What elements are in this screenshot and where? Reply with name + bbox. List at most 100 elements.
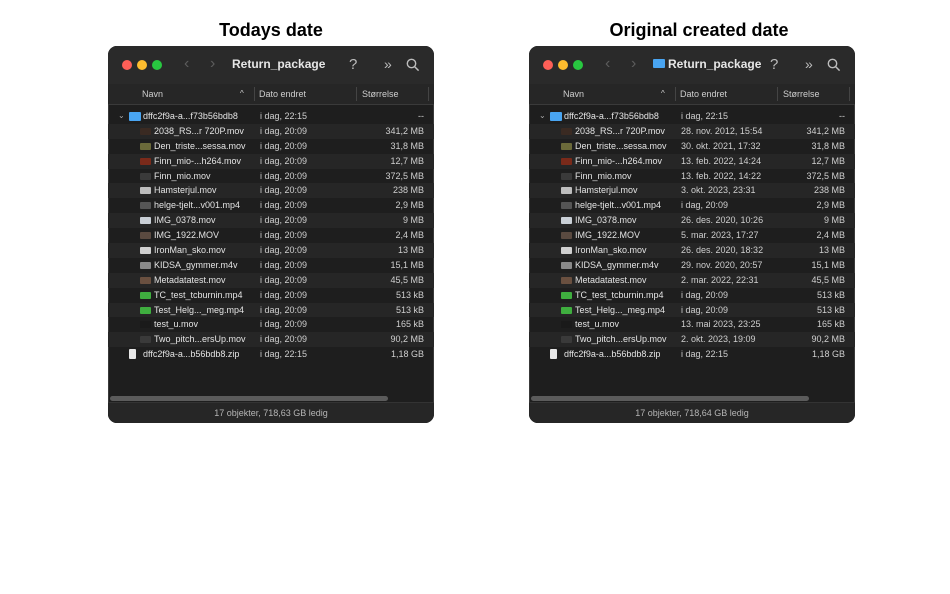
video-thumbnail-icon xyxy=(561,142,572,150)
back-chevron-icon[interactable]: ‹ xyxy=(184,55,189,73)
file-date-modified: i dag, 20:09 xyxy=(681,289,729,300)
file-row[interactable]: Finn_mio.mov i dag, 20:09 372,5 MB xyxy=(108,169,434,184)
file-row[interactable]: IMG_0378.mov 26. des. 2020, 10:26 9 MB xyxy=(529,213,855,229)
more-chevrons-icon[interactable]: » xyxy=(805,56,813,72)
file-row[interactable]: dffc2f9a-a...b56bdb8.zip i dag, 22:15 1,18… xyxy=(108,347,434,362)
back-chevron-icon[interactable]: ‹ xyxy=(605,55,610,73)
file-row[interactable]: KIDSA_gymmer.m4v 29. nov. 2020, 20:57 15,1… xyxy=(529,258,855,273)
file-name: IMG_0378.mov xyxy=(575,215,637,226)
scrollbar-thumb[interactable] xyxy=(110,396,388,401)
file-row[interactable]: Den_triste...sessa.mov 30. okt. 2021, 17:… xyxy=(529,139,855,154)
file-row[interactable]: Test_Helg..._meg.mp4 i dag, 20:09 513 kB xyxy=(108,302,434,318)
file-row[interactable]: IronMan_sko.mov i dag, 20:09 13 MB xyxy=(108,243,434,258)
search-icon[interactable] xyxy=(827,58,841,72)
close-button[interactable] xyxy=(122,60,132,70)
more-chevrons-icon[interactable]: » xyxy=(384,56,392,72)
file-row[interactable]: 2038_RS...r 720P.mov i dag, 20:09 341,2 MB xyxy=(108,123,434,139)
video-thumbnail-icon xyxy=(140,306,151,314)
file-date-modified: i dag, 20:09 xyxy=(260,200,308,211)
file-date-modified: i dag, 20:09 xyxy=(260,155,308,166)
column-size-header[interactable]: Størrelse xyxy=(362,89,399,99)
file-row[interactable]: Finn_mio-...h264.mov 13. feb. 2022, 14:24… xyxy=(529,153,855,169)
video-thumbnail-icon xyxy=(561,261,572,269)
file-row[interactable]: Finn_mio.mov 13. feb. 2022, 14:22 372,5 MB xyxy=(529,169,855,184)
video-thumbnail-icon xyxy=(140,336,151,344)
file-size: 45,5 MB xyxy=(390,274,424,285)
folder-icon xyxy=(550,112,562,121)
file-row[interactable]: IMG_1922.MOV 5. mar. 2023, 17:27 2,4 MB xyxy=(529,228,855,243)
forward-chevron-icon[interactable]: › xyxy=(631,55,636,73)
video-thumbnail-icon xyxy=(140,172,151,180)
column-name-header[interactable]: Navn xyxy=(563,89,584,99)
file-row[interactable]: Test_Helg..._meg.mp4 i dag, 20:09 513 kB xyxy=(529,302,855,318)
disclosure-chevron-icon[interactable]: ⌄ xyxy=(118,109,125,124)
column-size-header[interactable]: Størrelse xyxy=(783,89,820,99)
file-size: 13 MB xyxy=(818,245,845,256)
file-date-modified: i dag, 20:09 xyxy=(260,259,308,270)
help-icon[interactable]: ? xyxy=(770,56,778,73)
file-date-modified: 3. okt. 2023, 23:31 xyxy=(681,185,756,196)
file-date-modified: i dag, 20:09 xyxy=(260,334,308,345)
file-row[interactable]: Metadatatest.mov i dag, 20:09 45,5 MB xyxy=(108,272,434,288)
file-date-modified: 28. nov. 2012, 15:54 xyxy=(681,125,763,136)
file-row[interactable]: Two_pitch...ersUp.mov i dag, 20:09 90,2 MB xyxy=(108,332,434,348)
scrollbar-thumb[interactable] xyxy=(531,396,809,401)
file-date-modified: i dag, 22:15 xyxy=(681,111,729,121)
column-name-header[interactable]: Navn xyxy=(142,89,163,99)
file-row[interactable]: ⌄ dffc2f9a-a...f73b56bdb8 i dag, 22:15 -- xyxy=(529,109,855,124)
file-row[interactable]: IMG_1922.MOV i dag, 20:09 2,4 MB xyxy=(108,228,434,243)
file-row[interactable]: Finn_mio-...h264.mov i dag, 20:09 12,7 MB xyxy=(108,153,434,169)
file-date-modified: i dag, 20:09 xyxy=(681,200,729,211)
file-size: 372,5 MB xyxy=(806,170,845,181)
file-row[interactable]: Two_pitch...ersUp.mov 2. okt. 2023, 19:09… xyxy=(529,332,855,348)
file-row[interactable]: helge-tjelt...v001.mp4 i dag, 20:09 2,9 MB xyxy=(529,198,855,213)
minimize-button[interactable] xyxy=(137,60,147,70)
file-date-modified: i dag, 20:09 xyxy=(260,245,308,256)
file-row[interactable]: Hamsterjul.mov 3. okt. 2023, 23:31 238 MB xyxy=(529,183,855,199)
file-name: test_u.mov xyxy=(575,319,620,330)
minimize-button[interactable] xyxy=(558,60,568,70)
file-row[interactable]: Den_triste...sessa.mov i dag, 20:09 31,8 M… xyxy=(108,139,434,154)
forward-chevron-icon[interactable]: › xyxy=(210,55,215,73)
maximize-button[interactable] xyxy=(152,60,162,70)
video-thumbnail-icon xyxy=(140,291,151,299)
file-row[interactable]: TC_test_tcburnin.mp4 i dag, 20:09 513 kB xyxy=(108,288,434,303)
status-bar: 17 objekter, 718,64 GB ledig xyxy=(529,402,855,423)
help-icon[interactable]: ? xyxy=(349,56,357,73)
file-size: 165 kB xyxy=(395,319,424,330)
file-name: Test_Helg..._meg.mp4 xyxy=(154,304,245,315)
video-thumbnail-icon xyxy=(140,321,151,329)
file-row[interactable]: 2038_RS...r 720P.mov 28. nov. 2012, 15:54… xyxy=(529,123,855,139)
file-row[interactable]: test_u.mov i dag, 20:09 165 kB xyxy=(108,317,434,332)
file-row[interactable]: dffc2f9a-a...b56bdb8.zip i dag, 22:15 1,18… xyxy=(529,347,855,362)
file-date-modified: 2. mar. 2022, 22:31 xyxy=(681,274,759,285)
column-header: Navn ^ Dato endret Størrelse xyxy=(108,84,434,105)
file-row[interactable]: Hamsterjul.mov i dag, 20:09 238 MB xyxy=(108,183,434,199)
file-date-modified: 29. nov. 2020, 20:57 xyxy=(681,259,763,270)
file-date-modified: i dag, 20:09 xyxy=(260,319,308,330)
file-row[interactable]: helge-tjelt...v001.mp4 i dag, 20:09 2,9 MB xyxy=(108,198,434,213)
file-size: 1,18 GB xyxy=(811,349,845,360)
close-button[interactable] xyxy=(543,60,553,70)
search-icon[interactable] xyxy=(406,58,420,72)
file-size: -- xyxy=(839,111,845,121)
file-row[interactable]: ⌄ dffc2f9a-a...f73b56bdb8 i dag, 22:15 -- xyxy=(108,109,434,124)
file-row[interactable]: Metadatatest.mov 2. mar. 2022, 22:31 45,5 … xyxy=(529,272,855,288)
video-thumbnail-icon xyxy=(561,157,572,165)
file-list: ⌄ dffc2f9a-a...f73b56bdb8 i dag, 22:15 -- 20… xyxy=(529,109,855,362)
file-name: Finn_mio-...h264.mov xyxy=(154,155,242,166)
file-name: dffc2f9a-a...f73b56bdb8 xyxy=(564,111,659,121)
file-date-modified: i dag, 20:09 xyxy=(260,274,308,285)
maximize-button[interactable] xyxy=(573,60,583,70)
file-row[interactable]: KIDSA_gymmer.m4v i dag, 20:09 15,1 MB xyxy=(108,258,434,273)
file-row[interactable]: IronMan_sko.mov 26. des. 2020, 18:32 13 MB xyxy=(529,243,855,258)
column-date-header[interactable]: Dato endret xyxy=(259,89,306,99)
disclosure-chevron-icon[interactable]: ⌄ xyxy=(539,109,546,124)
file-date-modified: i dag, 22:15 xyxy=(260,111,308,121)
file-row[interactable]: IMG_0378.mov i dag, 20:09 9 MB xyxy=(108,213,434,229)
column-date-header[interactable]: Dato endret xyxy=(680,89,727,99)
file-row[interactable]: test_u.mov 13. mai 2023, 23:25 165 kB xyxy=(529,317,855,332)
file-row[interactable]: TC_test_tcburnin.mp4 i dag, 20:09 513 kB xyxy=(529,288,855,303)
file-size: 9 MB xyxy=(402,215,424,226)
file-size: 12,7 MB xyxy=(811,155,845,166)
